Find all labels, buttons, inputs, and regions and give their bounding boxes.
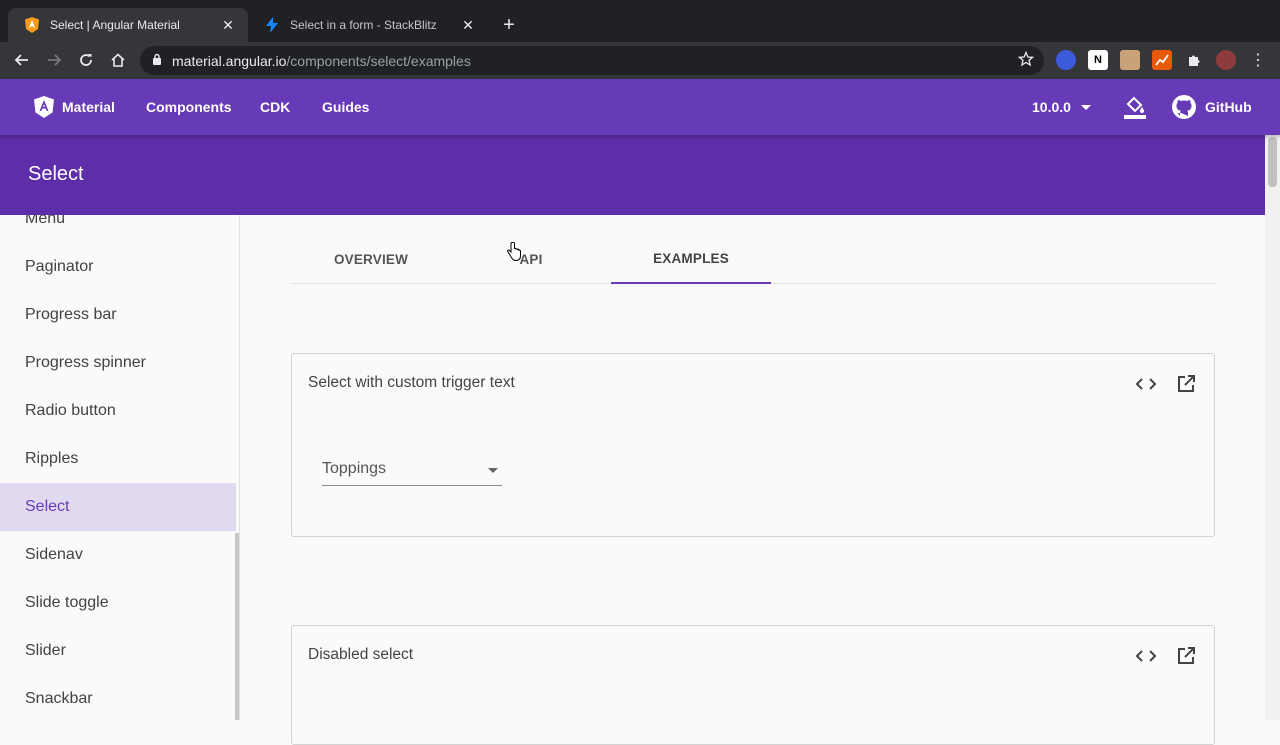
main-content: OVERVIEW API EXAMPLES Select with custom… (241, 215, 1265, 745)
sidebar-item-sidenav[interactable]: Sidenav (0, 531, 236, 579)
forward-icon[interactable] (42, 48, 66, 72)
hand-cursor-icon (506, 241, 522, 267)
browser-tab-title: Select in a form - StackBlitz (290, 18, 437, 32)
profile-avatar[interactable] (1216, 50, 1236, 70)
sidebar-item-slider[interactable]: Slider (0, 627, 236, 675)
open-in-new-icon[interactable] (1174, 644, 1198, 668)
page-header: Select (0, 135, 1265, 215)
github-label: GitHub (1205, 99, 1252, 115)
github-link[interactable]: GitHub (1171, 79, 1252, 135)
nav-components[interactable]: Components (146, 79, 232, 135)
tab-overview[interactable]: OVERVIEW (291, 235, 451, 283)
nav-cdk[interactable]: CDK (260, 79, 290, 135)
reload-icon[interactable] (74, 48, 98, 72)
lock-icon (152, 52, 162, 70)
example-title: Disabled select (308, 646, 414, 663)
version-selector[interactable]: 10.0.0 (1032, 79, 1091, 135)
sidebar-item-progress-bar[interactable]: Progress bar (0, 291, 236, 339)
extensions-puzzle-icon[interactable] (1184, 50, 1204, 70)
angular-shield-icon (24, 17, 40, 33)
example-card: Disabled select (291, 625, 1215, 745)
tab-examples[interactable]: EXAMPLES (611, 235, 771, 284)
angular-logo-icon (34, 96, 54, 118)
select-arrow-icon (488, 468, 498, 473)
close-tab-icon[interactable]: ✕ (460, 17, 476, 33)
stackblitz-bolt-icon (264, 17, 280, 33)
browser-tab-active[interactable]: Select | Angular Material ✕ (8, 8, 248, 42)
component-sidebar: Menu Paginator Progress bar Progress spi… (0, 215, 240, 720)
bookmark-star-icon[interactable] (1017, 50, 1035, 72)
sidebar-item-slide-toggle[interactable]: Slide toggle (0, 579, 236, 627)
close-tab-icon[interactable]: ✕ (220, 17, 236, 33)
browser-toolbar: material.angular.io/components/select/ex… (0, 42, 1280, 79)
home-icon[interactable] (106, 48, 130, 72)
github-icon (1171, 94, 1197, 120)
doc-tabs: OVERVIEW API EXAMPLES (291, 235, 1215, 284)
back-icon[interactable] (10, 48, 34, 72)
tab-api[interactable]: API (451, 235, 611, 283)
toppings-select[interactable]: Toppings (322, 458, 502, 486)
extension-globe-icon[interactable] (1056, 50, 1076, 70)
sidebar-item-ripples[interactable]: Ripples (0, 435, 236, 483)
browser-tab-title: Select | Angular Material (50, 18, 180, 32)
browser-menu-icon[interactable]: ⋮ (1248, 50, 1268, 70)
app-header: Material Components CDK Guides 10.0.0 Gi… (0, 79, 1280, 135)
extension-bag-icon[interactable] (1120, 50, 1140, 70)
select-placeholder: Toppings (322, 460, 387, 477)
sidebar-item-menu[interactable]: Menu (0, 215, 236, 243)
page-scrollbar[interactable] (1265, 135, 1280, 720)
browser-tab-inactive[interactable]: Select in a form - StackBlitz ✕ (248, 8, 488, 42)
nav-guides[interactable]: Guides (322, 79, 369, 135)
sidebar-item-progress-spinner[interactable]: Progress spinner (0, 339, 236, 387)
sidebar-item-radio-button[interactable]: Radio button (0, 387, 236, 435)
example-title: Select with custom trigger text (308, 374, 515, 391)
new-tab-button[interactable]: + (498, 14, 520, 36)
view-code-icon[interactable] (1134, 372, 1158, 396)
notion-extension-icon[interactable]: N (1088, 50, 1108, 70)
example-card: Select with custom trigger text Toppings (291, 353, 1215, 537)
browser-tab-strip: Select | Angular Material ✕ Select in a … (0, 0, 1280, 42)
version-label: 10.0.0 (1032, 99, 1071, 115)
address-bar[interactable]: material.angular.io/components/select/ex… (140, 46, 1044, 75)
open-in-new-icon[interactable] (1174, 372, 1198, 396)
sidebar-item-paginator[interactable]: Paginator (0, 243, 236, 291)
page-title: Select (28, 163, 84, 185)
sidebar-scrollbar[interactable] (235, 533, 239, 720)
url-text: material.angular.io/components/select/ex… (172, 52, 471, 69)
theme-picker-icon[interactable] (1122, 79, 1148, 135)
material-home-link[interactable]: Material (34, 79, 115, 135)
sidebar-item-select[interactable]: Select (0, 483, 236, 531)
page-scrollbar-thumb[interactable] (1268, 137, 1277, 187)
logo-label: Material (62, 99, 115, 115)
view-code-icon[interactable] (1134, 644, 1158, 668)
sidebar-item-snackbar[interactable]: Snackbar (0, 675, 236, 720)
caret-down-icon (1080, 104, 1091, 110)
extension-chart-icon[interactable] (1152, 50, 1172, 70)
